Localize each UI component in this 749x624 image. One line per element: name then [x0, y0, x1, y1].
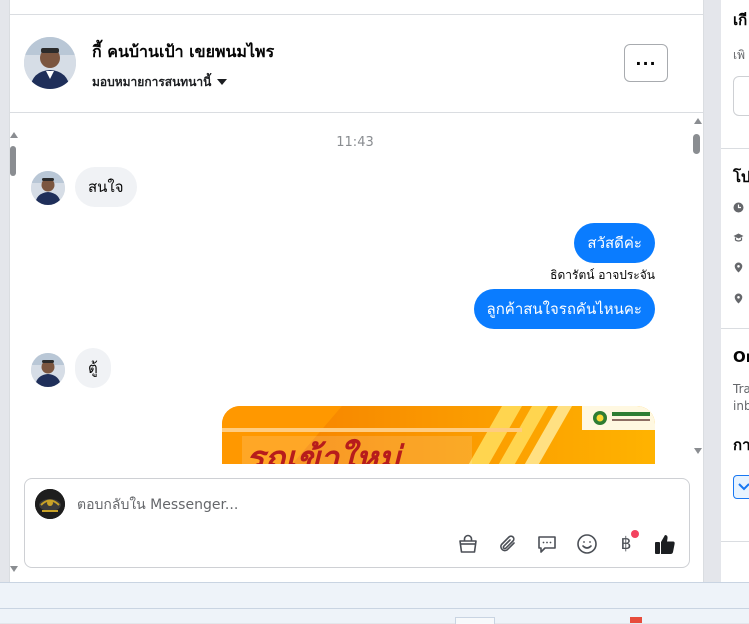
outgoing-message-bubble[interactable]: ลูกค้าสนใจรถคันไหนคะ — [473, 289, 655, 329]
notification-dot — [631, 530, 639, 538]
bag-icon[interactable] — [455, 531, 481, 557]
divider — [721, 148, 749, 149]
divider — [721, 328, 749, 329]
details-header: เกี — [733, 11, 748, 29]
assign-conversation-dropdown[interactable]: มอบหมายการสนทนานี้ — [92, 73, 228, 92]
education-icon — [733, 233, 744, 242]
orders-section-title: Or — [733, 348, 749, 366]
contact-details-panel: เกี เพิ โป Or Tra inb กา — [721, 0, 749, 582]
divider — [721, 541, 749, 542]
scroll-down-arrow[interactable] — [694, 448, 702, 454]
clock-icon — [733, 202, 744, 213]
caret-down-icon — [217, 79, 228, 85]
saved-replies-icon[interactable] — [534, 531, 560, 557]
incoming-message-bubble[interactable]: ตู้ — [75, 348, 111, 388]
reply-input[interactable] — [75, 491, 639, 519]
assign-conversation-label: มอบหมายการสนทนานี้ — [92, 75, 212, 89]
incoming-message-bubble[interactable]: สนใจ — [75, 167, 137, 207]
left-scroll-down-arrow[interactable] — [10, 566, 18, 572]
orders-section-text-line2: inb — [733, 399, 749, 413]
taskbar-divider — [0, 608, 749, 609]
location-icon — [734, 293, 743, 304]
chevron-down-icon — [738, 483, 749, 491]
taskbar — [0, 582, 749, 624]
message-scrollbar[interactable] — [692, 118, 704, 458]
contact-avatar[interactable] — [24, 37, 76, 89]
message-composer: ฿ — [24, 478, 690, 568]
image-attachment[interactable]: รถเข้าใหม่ — [222, 406, 655, 464]
taskbar-button[interactable] — [455, 617, 495, 624]
payment-icon[interactable]: ฿ — [613, 530, 639, 557]
message-timestamp: 11:43 — [336, 135, 374, 150]
orders-section-text-line1: Tra — [733, 382, 749, 396]
more-options-label: ··· — [635, 53, 657, 73]
more-options-button[interactable]: ··· — [624, 44, 668, 82]
scroll-up-arrow[interactable] — [694, 118, 702, 124]
details-subtext: เพิ — [733, 48, 746, 62]
page-avatar — [35, 489, 65, 519]
baht-symbol: ฿ — [620, 534, 632, 554]
contact-name: กี้ คนบ้านเป้า เขยพนมไพร — [92, 42, 275, 61]
profile-section-title: โป — [733, 168, 749, 186]
details-input[interactable] — [733, 76, 749, 116]
sender-avatar[interactable] — [31, 353, 65, 387]
conversation-header: กี้ คนบ้านเป้า เขยพนมไพร มอบหมายการสนทนา… — [10, 14, 703, 113]
emoji-icon[interactable] — [574, 531, 600, 557]
attachment-text: รถเข้าใหม่ — [246, 438, 405, 464]
scrollbar-thumb[interactable] — [693, 134, 700, 154]
location-icon — [734, 262, 743, 273]
dropdown-button[interactable] — [733, 475, 749, 499]
outgoing-message-bubble[interactable]: สวัสดีค่ะ — [574, 223, 655, 263]
agent-sender-name: ธิดารัตน์ อาจประจัน — [550, 268, 655, 282]
thumbs-up-icon[interactable] — [652, 531, 678, 557]
conversation-panel: กี้ คนบ้านเป้า เขยพนมไพร มอบหมายการสนทนา… — [9, 0, 704, 582]
message-list: 11:43 สนใจ สวัสดีค่ะ ธิดารัตน์ อาจประจัน… — [10, 112, 703, 464]
taskbar-app-indicator[interactable] — [630, 617, 642, 623]
sender-avatar[interactable] — [31, 171, 65, 205]
activity-section-title: กา — [733, 436, 749, 454]
paperclip-icon[interactable] — [495, 531, 521, 557]
